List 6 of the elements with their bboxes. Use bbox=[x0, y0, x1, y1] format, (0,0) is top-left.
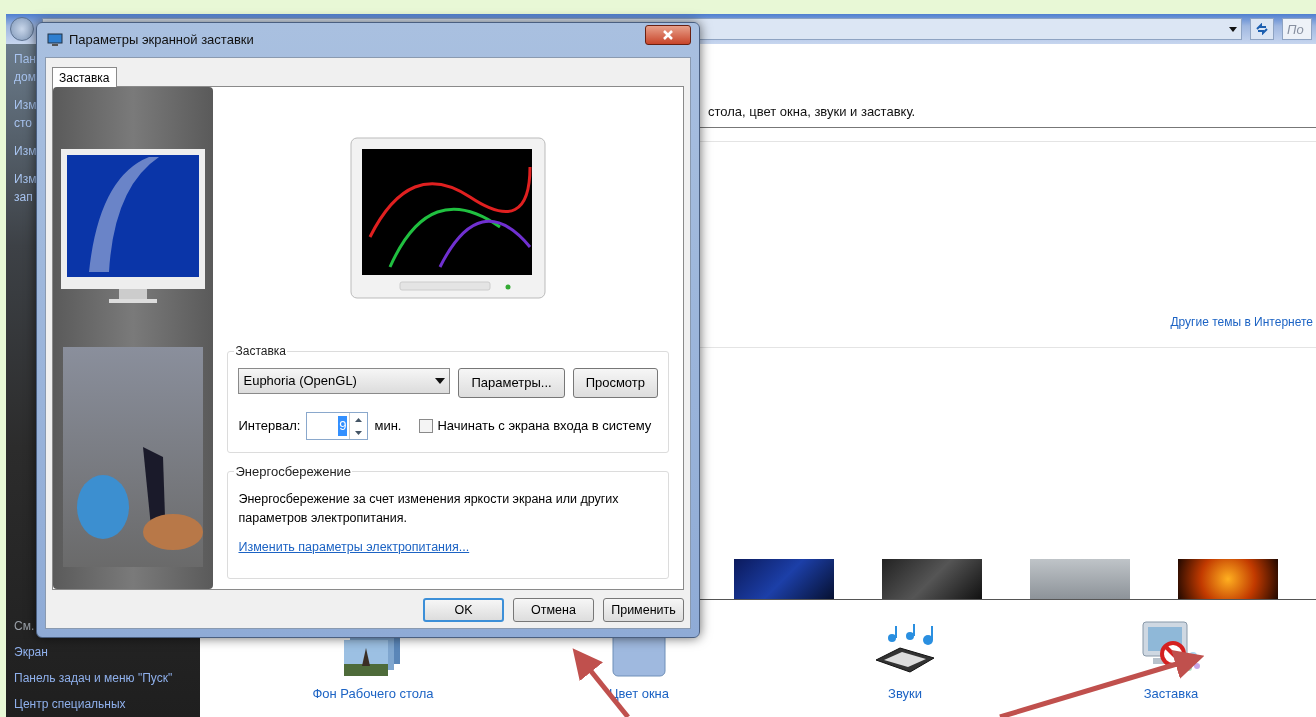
see-also-heading: См. bbox=[14, 618, 36, 635]
power-description: Энергосбережение за счет изменения яркости экрана или других параметров электропитания. bbox=[238, 490, 620, 527]
description-text: стола, цвет окна, звуки и заставку. bbox=[708, 102, 916, 121]
interval-unit: мин. bbox=[374, 417, 402, 436]
window-title: Параметры экранной заставки bbox=[69, 31, 255, 50]
interval-label: Интервал: bbox=[238, 417, 301, 436]
